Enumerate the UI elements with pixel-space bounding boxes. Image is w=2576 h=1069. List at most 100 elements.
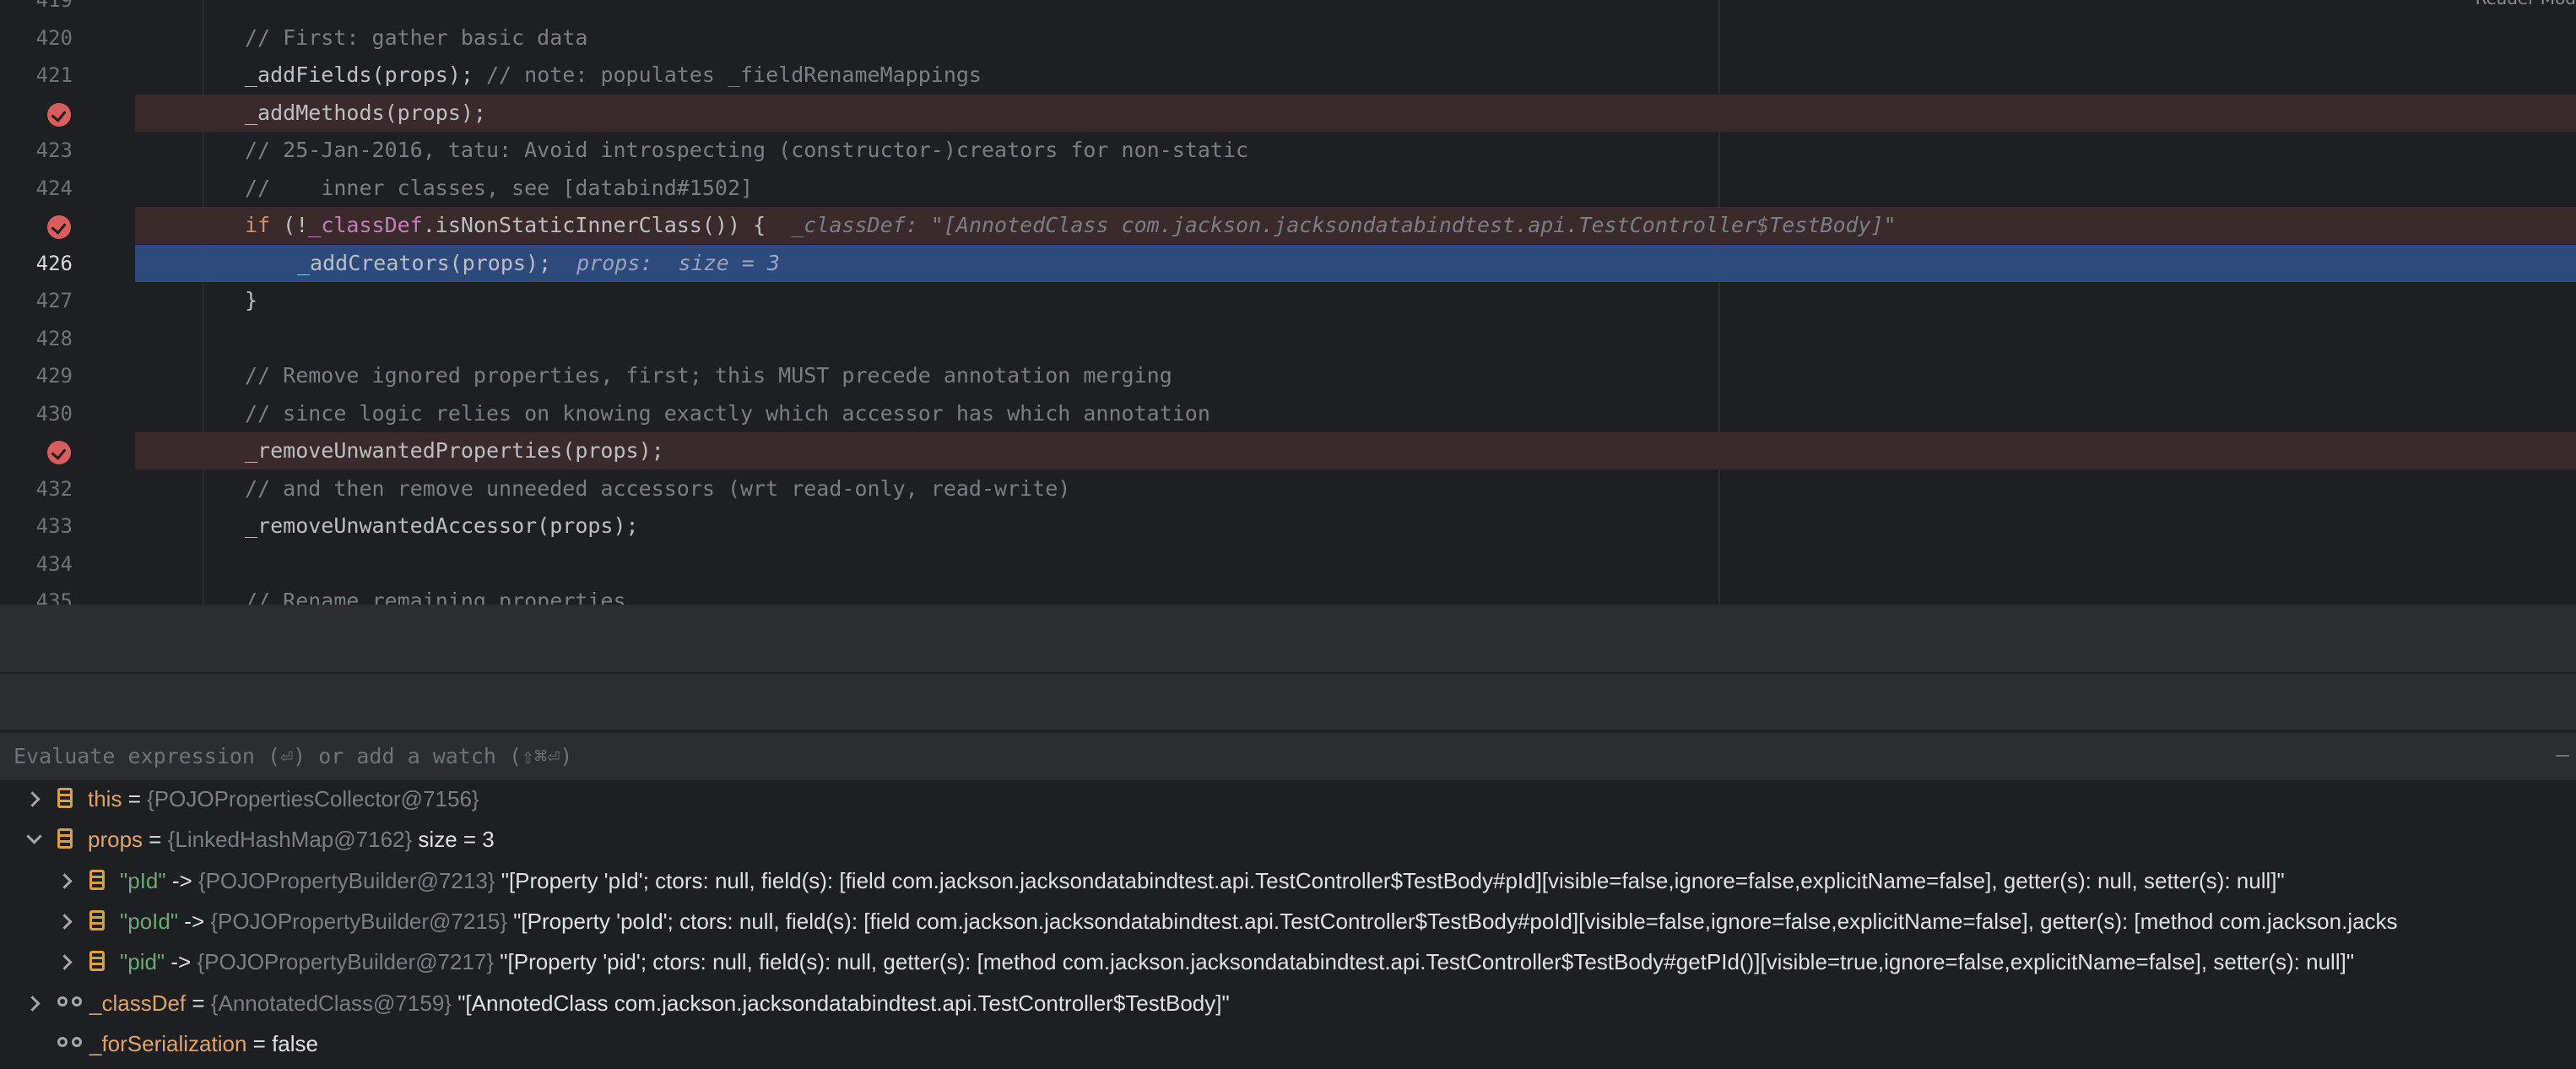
code-comment: // 25-Jan-2016, tatu: Avoid introspectin… [245, 138, 1249, 162]
variable-operator: -> [165, 949, 198, 975]
variable-name: "pid" [120, 949, 165, 975]
chevron-right-icon[interactable] [56, 901, 76, 941]
variable-operator: = [246, 1030, 273, 1056]
line-number: 435 [35, 589, 73, 605]
debugger-toolbar [0, 605, 2576, 674]
code-line[interactable]: 434 [0, 545, 2576, 583]
variable-row[interactable]: _forSerialization = false [0, 1023, 2576, 1064]
variable-name: _forSerialization [89, 1030, 247, 1056]
variable-value: size = 3 [412, 827, 495, 853]
evaluate-expression-bar[interactable]: Evaluate expression (⏎) or add a watch (… [0, 731, 2576, 782]
code-text: _removeUnwantedProperties(props); [245, 432, 664, 469]
variable-name: props [88, 827, 143, 853]
code-line[interactable]: 420 // First: gather basic data [0, 19, 2576, 57]
field-icon [89, 869, 105, 890]
line-number: 426 [35, 251, 73, 275]
line-number: 427 [35, 289, 73, 312]
variable-row[interactable]: "poId" -> {POJOPropertyBuilder@7215} "[P… [0, 901, 2576, 941]
field-icon [89, 909, 105, 931]
chevron-right-icon[interactable] [56, 941, 76, 982]
code-comment: // inner classes, see [databind#1502] [245, 175, 754, 200]
variable-text: "pId" -> {POJOPropertyBuilder@7213} "[Pr… [120, 860, 2285, 901]
code-editor[interactable]: 419 420 // First: gather basic data 421 _add… [0, 0, 2576, 605]
evaluate-expression-input[interactable]: Evaluate expression (⏎) or add a watch (… [14, 733, 572, 780]
code-token: _removeUnwantedProperties(props); [245, 438, 664, 463]
chevron-right-icon[interactable] [56, 860, 76, 901]
variable-type: {POJOPropertiesCollector@7156} [147, 786, 479, 811]
reader-mode-button[interactable]: Reader Mod [2476, 0, 2576, 8]
chevron-right-icon[interactable] [24, 983, 44, 1023]
code-line[interactable]: 421 _addFields(props); // note: populates… [0, 57, 2576, 94]
code-line[interactable]: 419 [0, 0, 2576, 19]
variable-row[interactable]: this = {POJOPropertiesCollector@7156} [0, 780, 2576, 819]
code-token: } [245, 288, 258, 312]
line-number: 419 [35, 0, 73, 12]
code-line[interactable]: 424 // inner classes, see [databind#1502] [0, 169, 2576, 207]
variable-type: {LinkedHashMap@7162} [167, 827, 413, 853]
code-line[interactable]: 423 // 25-Jan-2016, tatu: Avoid introspec… [0, 132, 2576, 169]
breakpoint-icon[interactable] [47, 102, 71, 127]
code-line[interactable]: 428 [0, 319, 2576, 357]
breakpoint-icon[interactable] [47, 441, 71, 464]
chevron-down-icon[interactable] [24, 819, 44, 860]
variable-text: _classDef = {AnnotatedClass@7159} "[Anno… [89, 983, 1230, 1023]
variable-operator: -> [178, 908, 211, 934]
code-line[interactable]: 429 // Remove ignored properties, first; … [0, 357, 2576, 394]
code-text: _removeUnwantedAccessor(props); [245, 507, 639, 545]
variable-row[interactable]: "pid" -> {POJOPropertyBuilder@7217} "[Pr… [0, 941, 2576, 982]
code-line[interactable]: 433 _removeUnwantedAccessor(props); [0, 507, 2576, 545]
code-comment: // and then remove unneeded accessors (w… [245, 475, 1071, 501]
code-line[interactable]: 435 // Rename remaining properties [0, 583, 2576, 605]
code-line[interactable]: 427} [0, 282, 2576, 319]
line-number: 428 [35, 326, 73, 350]
line-number: 420 [35, 25, 73, 50]
code-token: .isNonStaticInnerClass()) { [422, 213, 792, 237]
line-number: 433 [35, 514, 73, 538]
breakpoint-line[interactable]: if (!_classDef.isNonStaticInnerClass()) … [0, 207, 2576, 244]
variable-name: this [88, 786, 122, 811]
chevron-right-icon[interactable] [24, 780, 44, 819]
code-line[interactable]: 432 // and then remove unneeded accessors… [0, 469, 2576, 507]
breakpoint-line[interactable]: _removeUnwantedProperties(props); [0, 432, 2576, 469]
minimize-icon[interactable] [2556, 755, 2569, 757]
line-number: 434 [35, 551, 73, 576]
code-text: if (!_classDef.isNonStaticInnerClass()) … [245, 207, 1897, 244]
code-text: // First: gather basic data [245, 19, 587, 57]
variable-text: _forSerialization = false [89, 1023, 318, 1064]
field-icon [57, 788, 73, 808]
variable-operator: = [122, 786, 148, 811]
code-text: } [245, 282, 257, 319]
code-text: _addFields(props); // note: populates _f… [245, 57, 982, 94]
line-number: 430 [35, 401, 73, 426]
variable-row[interactable]: props = {LinkedHashMap@7162} size = 3 [0, 819, 2576, 860]
variable-value: false [272, 1030, 318, 1056]
watch-icon [57, 1035, 86, 1050]
variable-text: "poId" -> {POJOPropertyBuilder@7215} "[P… [120, 901, 2398, 941]
variable-text: "pid" -> {POJOPropertyBuilder@7217} "[Pr… [120, 941, 2354, 982]
variable-name: "pId" [120, 867, 166, 893]
variable-value: "[Property 'pid'; ctors: null, field(s):… [494, 949, 2355, 975]
variable-name: "poId" [120, 908, 179, 934]
variable-value: "[Property 'poId'; ctors: null, field(s)… [506, 908, 2398, 934]
variables-tree: this = {POJOPropertiesCollector@7156} pro… [0, 780, 2576, 1069]
variable-text: props = {LinkedHashMap@7162} size = 3 [88, 819, 495, 860]
field-icon [89, 951, 105, 972]
variable-row[interactable]: "pId" -> {POJOPropertyBuilder@7213} "[Pr… [0, 860, 2576, 901]
code-text: // Rename remaining properties [245, 583, 626, 605]
line-number: 432 [35, 476, 73, 501]
breakpoint-line[interactable]: _addMethods(props); [0, 94, 2576, 132]
breakpoint-icon[interactable] [47, 215, 71, 239]
code-comment: // since logic relies on knowing exactly… [245, 400, 1210, 426]
watch-icon [57, 995, 86, 1010]
field-icon [57, 828, 73, 849]
code-text: _addMethods(props); [245, 95, 486, 132]
code-text: // Remove ignored properties, first; thi… [245, 357, 1172, 394]
line-number: 423 [35, 138, 73, 162]
current-execution-line[interactable]: 426 _addCreators(props); props: size = 3 [0, 244, 2576, 282]
variable-type: {POJOPropertyBuilder@7213} [198, 867, 495, 893]
code-comment: // First: gather basic data [245, 24, 588, 50]
variable-text: this = {POJOPropertiesCollector@7156} [88, 780, 479, 819]
code-line[interactable]: 430 // since logic relies on knowing exac… [0, 394, 2576, 432]
variable-row[interactable]: _classDef = {AnnotatedClass@7159} "[Anno… [0, 983, 2576, 1023]
code-comment: // Rename remaining properties [245, 589, 626, 605]
